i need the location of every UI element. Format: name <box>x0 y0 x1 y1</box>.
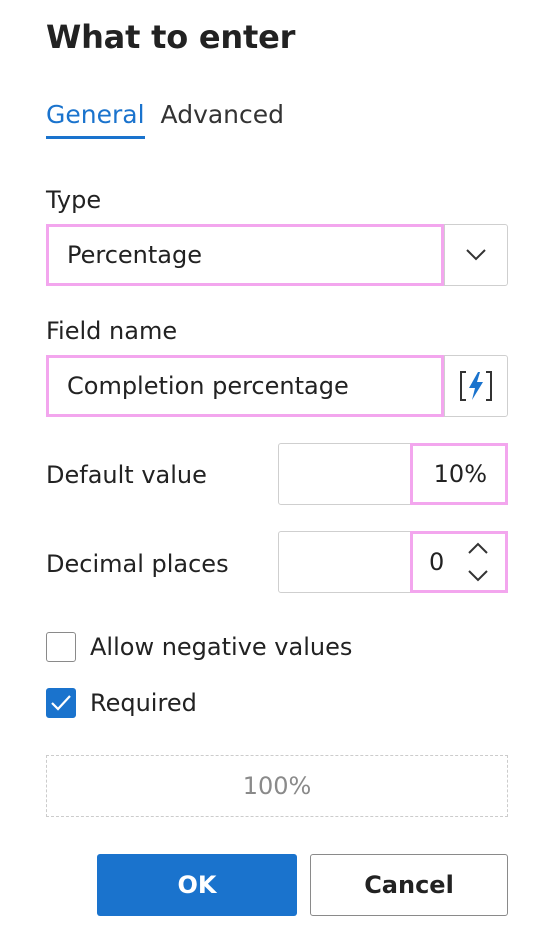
ok-button[interactable]: OK <box>97 854 297 916</box>
required-option[interactable]: Required <box>46 688 197 718</box>
default-value-field[interactable]: 10% <box>278 443 508 505</box>
field-name-input[interactable]: Completion percentage <box>46 355 508 417</box>
lightning-bracket-icon <box>460 371 492 401</box>
cancel-button[interactable]: Cancel <box>310 854 508 916</box>
chevron-down-icon[interactable] <box>467 569 489 582</box>
stepper-arrows <box>467 542 489 582</box>
allow-negative-checkbox[interactable] <box>46 632 76 662</box>
tab-general[interactable]: General <box>46 100 145 139</box>
chevron-up-icon[interactable] <box>467 542 489 555</box>
dialog-title: What to enter <box>46 18 296 56</box>
checkmark-icon <box>51 695 71 711</box>
decimal-places-value[interactable]: 0 <box>429 548 444 576</box>
decimal-places-field[interactable]: 0 <box>278 531 508 593</box>
tab-bar: General Advanced <box>46 100 284 139</box>
decimal-places-label: Decimal places <box>46 550 229 578</box>
allow-negative-option[interactable]: Allow negative values <box>46 632 352 662</box>
allow-negative-label: Allow negative values <box>90 633 353 661</box>
required-label: Required <box>90 689 197 717</box>
type-dropdown-button[interactable] <box>444 225 507 285</box>
decimal-places-stepper[interactable]: 0 <box>410 531 508 593</box>
chevron-down-icon <box>466 249 486 261</box>
default-value-input[interactable]: 10% <box>410 443 508 505</box>
required-checkbox[interactable] <box>46 688 76 718</box>
tab-advanced[interactable]: Advanced <box>161 100 285 139</box>
field-name-value[interactable]: Completion percentage <box>46 355 444 417</box>
value-preview: 100% <box>46 755 508 817</box>
type-label: Type <box>46 186 102 214</box>
type-select[interactable]: Percentage <box>46 224 508 286</box>
field-name-label: Field name <box>46 317 178 345</box>
insert-dynamic-value-button[interactable] <box>444 356 507 416</box>
type-select-value[interactable]: Percentage <box>46 224 444 286</box>
default-value-label: Default value <box>46 461 207 489</box>
